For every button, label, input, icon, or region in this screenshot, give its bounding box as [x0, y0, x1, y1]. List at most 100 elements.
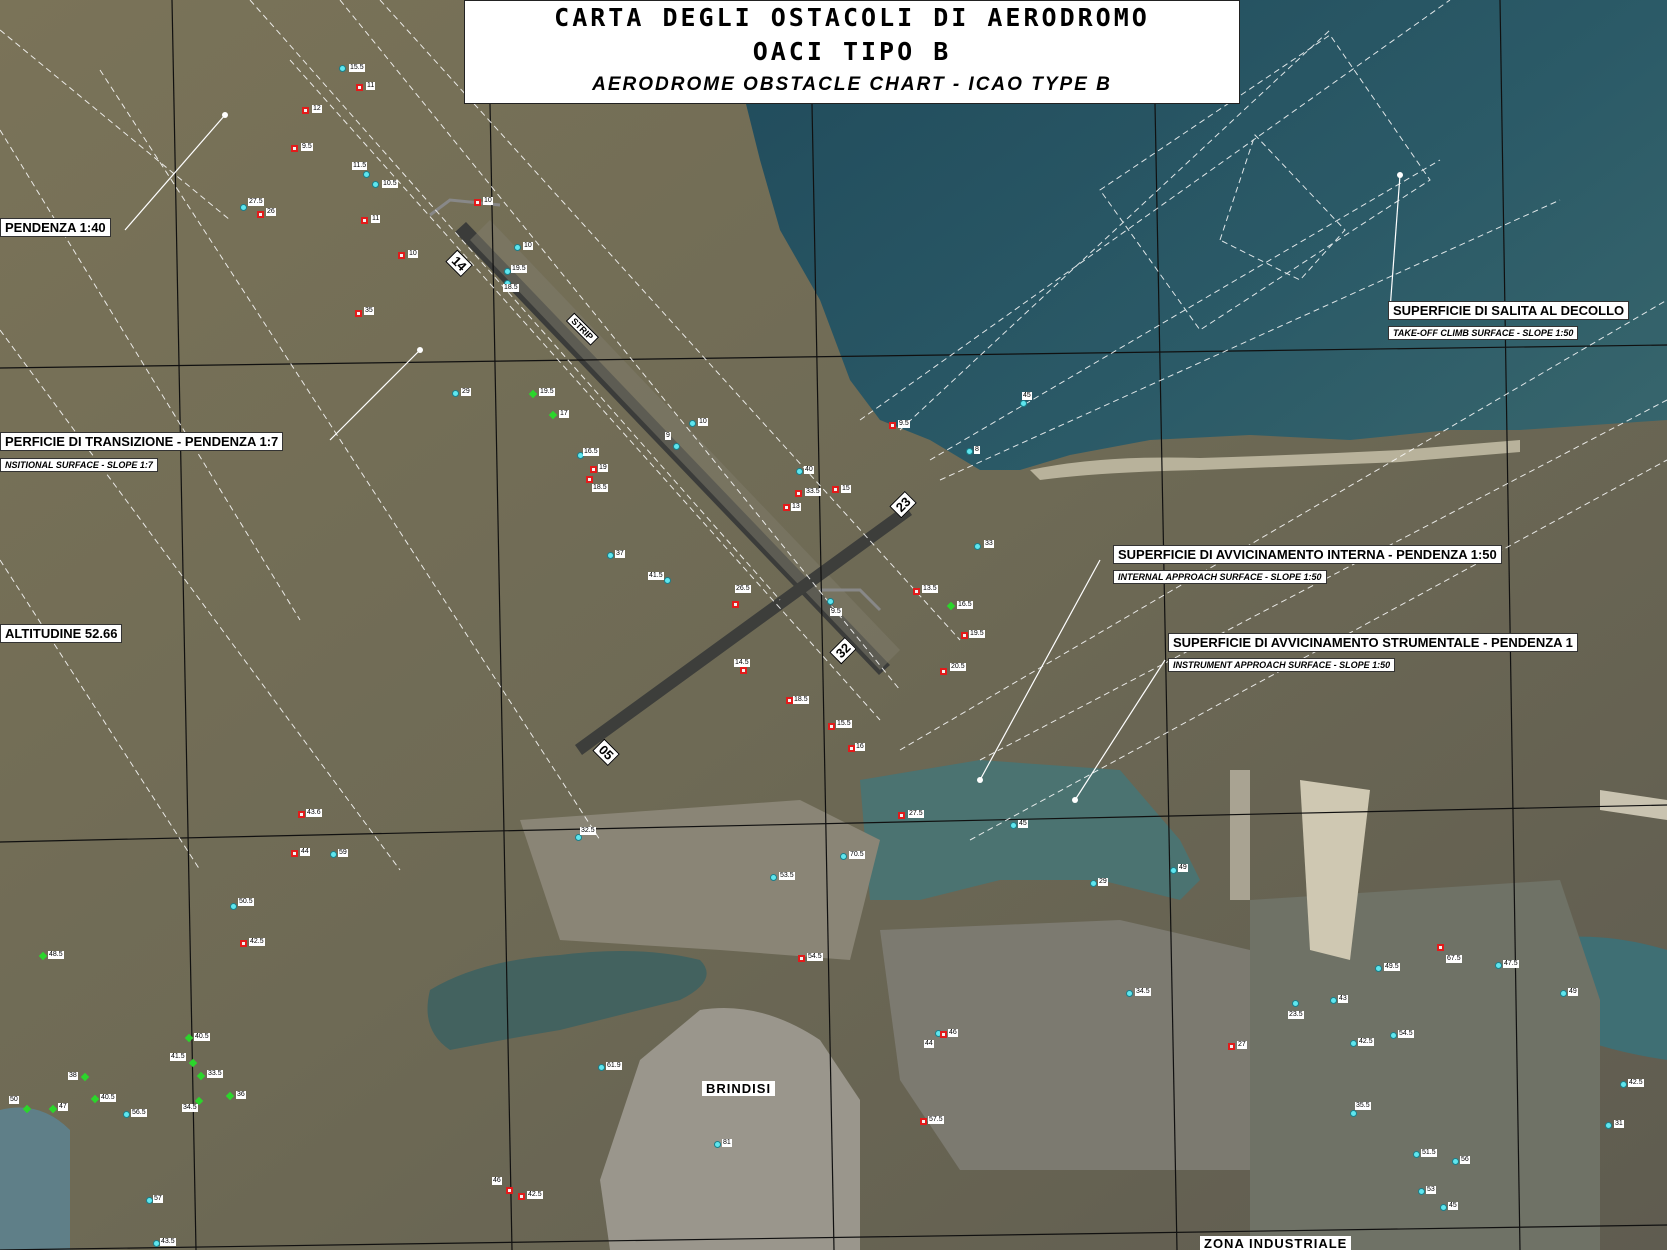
- obstacle-height: 26: [266, 208, 276, 216]
- obstacle-marker[interactable]: [598, 1064, 605, 1071]
- obstacle-marker[interactable]: [1413, 1151, 1420, 1158]
- obstacle-height: 59: [338, 849, 348, 857]
- obstacle-map[interactable]: CARTA DEGLI OSTACOLI DI AERODROMO OACI T…: [0, 0, 1667, 1250]
- obstacle-height: 11.5: [352, 162, 368, 170]
- obstacle-marker[interactable]: [240, 940, 247, 947]
- obstacle-marker[interactable]: [586, 476, 593, 483]
- obstacle-marker[interactable]: [339, 65, 346, 72]
- obstacle-marker[interactable]: [575, 834, 582, 841]
- obstacle-marker[interactable]: [1390, 1032, 1397, 1039]
- obstacle-marker[interactable]: [1170, 867, 1177, 874]
- obstacle-marker[interactable]: [330, 851, 337, 858]
- obstacle-marker[interactable]: [372, 181, 379, 188]
- obstacle-marker[interactable]: [889, 422, 896, 429]
- obstacle-marker[interactable]: [664, 577, 671, 584]
- obstacle-marker[interactable]: [783, 504, 790, 511]
- obstacle-marker[interactable]: [291, 850, 298, 857]
- obstacle-marker[interactable]: [732, 601, 739, 608]
- obstacle-marker[interactable]: [518, 1193, 525, 1200]
- obstacle-marker[interactable]: [361, 217, 368, 224]
- obstacle-height: 16.5: [583, 448, 599, 456]
- obstacle-marker[interactable]: [1440, 1204, 1447, 1211]
- obstacle-marker[interactable]: [940, 668, 947, 675]
- obstacle-marker[interactable]: [961, 632, 968, 639]
- obstacle-marker[interactable]: [452, 390, 459, 397]
- obstacle-marker[interactable]: [1375, 965, 1382, 972]
- obstacle-marker[interactable]: [913, 588, 920, 595]
- obstacle-marker[interactable]: [898, 812, 905, 819]
- obstacle-marker[interactable]: [1605, 1122, 1612, 1129]
- obstacle-marker[interactable]: [1010, 822, 1017, 829]
- obstacle-marker[interactable]: [355, 310, 362, 317]
- obstacle-marker[interactable]: [1495, 962, 1502, 969]
- obstacle-height: 53: [1426, 1186, 1436, 1194]
- chart-title-en: AERODROME OBSTACLE CHART - ICAO TYPE B: [592, 74, 1112, 95]
- obstacle-marker[interactable]: [1330, 997, 1337, 1004]
- obstacle-marker[interactable]: [673, 443, 680, 450]
- obstacle-marker[interactable]: [920, 1118, 927, 1125]
- obstacle-marker[interactable]: [974, 543, 981, 550]
- obstacle-marker[interactable]: [298, 811, 305, 818]
- chart-title-box: CARTA DEGLI OSTACOLI DI AERODROMO OACI T…: [464, 0, 1240, 104]
- obstacle-marker[interactable]: [1350, 1110, 1357, 1117]
- obstacle-marker[interactable]: [786, 697, 793, 704]
- obstacle-marker[interactable]: [840, 853, 847, 860]
- obstacle-height: 11: [371, 215, 381, 223]
- obstacle-marker[interactable]: [1090, 880, 1097, 887]
- obstacle-height: 17: [559, 410, 569, 418]
- obstacle-marker[interactable]: [356, 84, 363, 91]
- obstacle-height: 33.5: [805, 488, 821, 496]
- obstacle-height: 10: [483, 197, 493, 205]
- obstacle-marker[interactable]: [689, 420, 696, 427]
- obstacle-marker[interactable]: [798, 955, 805, 962]
- obstacle-marker[interactable]: [1350, 1040, 1357, 1047]
- obstacle-marker[interactable]: [291, 145, 298, 152]
- obstacle-height: 9.5: [830, 608, 842, 616]
- obstacle-height: 47: [58, 1103, 68, 1111]
- obstacle-marker[interactable]: [257, 211, 264, 218]
- chart-title: CARTA DEGLI OSTACOLI DI AERODROMO: [554, 3, 1150, 32]
- obstacle-marker[interactable]: [966, 448, 973, 455]
- obstacle-marker[interactable]: [123, 1111, 130, 1118]
- obstacle-marker[interactable]: [740, 667, 747, 674]
- obstacle-height: 42.5: [1628, 1079, 1644, 1087]
- obstacle-height: 41.5: [170, 1053, 186, 1061]
- obstacle-marker[interactable]: [504, 268, 511, 275]
- obstacle-marker[interactable]: [828, 723, 835, 730]
- obstacle-marker[interactable]: [714, 1141, 721, 1148]
- obstacle-marker[interactable]: [1620, 1081, 1627, 1088]
- obstacle-marker[interactable]: [607, 552, 614, 559]
- obstacle-marker[interactable]: [1020, 400, 1027, 407]
- obstacle-marker[interactable]: [1228, 1043, 1235, 1050]
- obstacle-marker[interactable]: [474, 199, 481, 206]
- obstacle-marker[interactable]: [940, 1031, 947, 1038]
- obstacle-marker[interactable]: [230, 903, 237, 910]
- obstacle-height: 42.5: [249, 938, 265, 946]
- obstacle-marker[interactable]: [146, 1197, 153, 1204]
- obstacle-marker[interactable]: [1292, 1000, 1299, 1007]
- obstacle-marker[interactable]: [363, 171, 370, 178]
- obstacle-height: 10.5: [382, 180, 398, 188]
- obstacle-marker[interactable]: [848, 745, 855, 752]
- obstacle-marker[interactable]: [795, 490, 802, 497]
- obstacle-marker[interactable]: [827, 598, 834, 605]
- obstacle-marker[interactable]: [796, 468, 803, 475]
- obstacle-marker[interactable]: [1418, 1188, 1425, 1195]
- obstacle-height: 36: [236, 1091, 246, 1099]
- obstacle-marker[interactable]: [240, 204, 247, 211]
- obstacle-marker[interactable]: [514, 244, 521, 251]
- obstacle-marker[interactable]: [1452, 1158, 1459, 1165]
- obstacle-marker[interactable]: [1437, 944, 1444, 951]
- obstacle-marker[interactable]: [506, 1187, 513, 1194]
- obstacle-marker[interactable]: [398, 252, 405, 259]
- obstacle-marker[interactable]: [770, 874, 777, 881]
- obstacle-height: 49: [1178, 864, 1188, 872]
- obstacle-marker[interactable]: [832, 486, 839, 493]
- obstacle-marker[interactable]: [1126, 990, 1133, 997]
- obstacle-marker[interactable]: [153, 1240, 160, 1247]
- obstacle-marker[interactable]: [1560, 990, 1567, 997]
- obstacle-height: 54.5: [807, 953, 823, 961]
- obstacle-marker[interactable]: [302, 107, 309, 114]
- obstacle-height: 27: [1237, 1041, 1247, 1049]
- obstacle-marker[interactable]: [590, 466, 597, 473]
